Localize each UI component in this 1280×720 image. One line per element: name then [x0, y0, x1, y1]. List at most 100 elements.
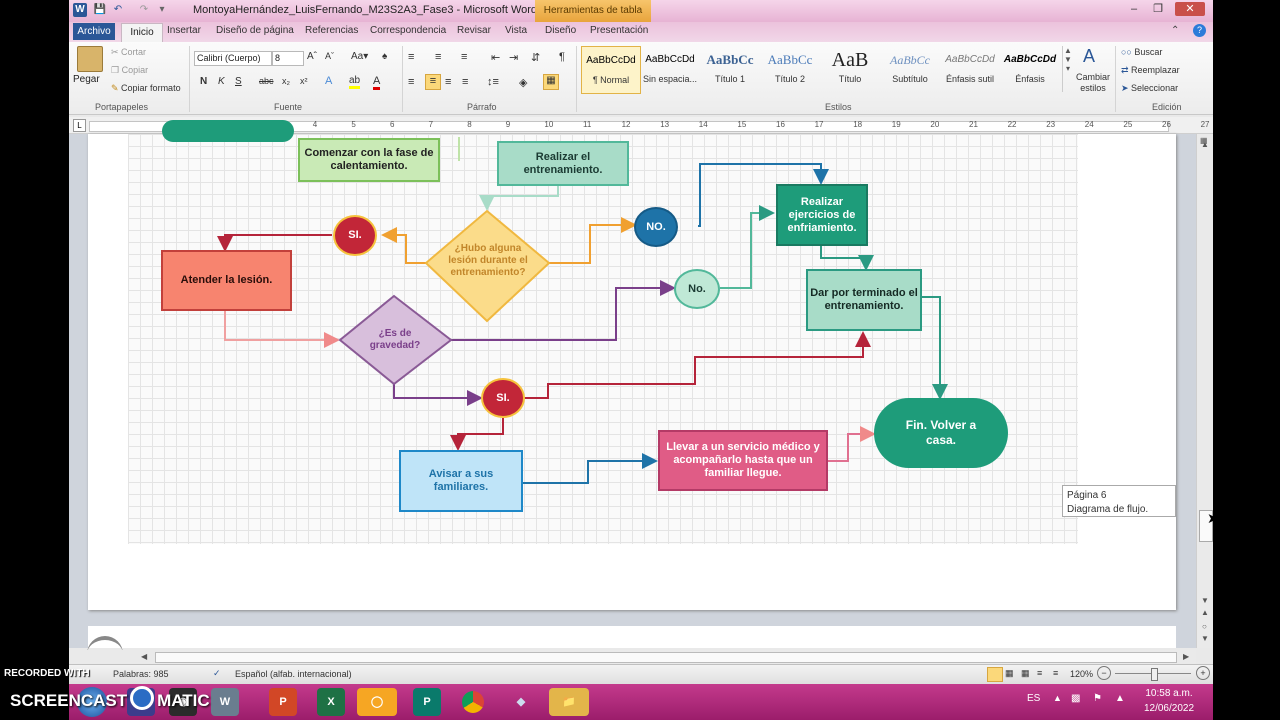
tab-diseno-pagina[interactable]: Diseño de página: [216, 25, 294, 36]
style-heading-2[interactable]: AaBbCc Título 2: [761, 46, 819, 92]
find-button[interactable]: ○○ Buscar: [1121, 47, 1162, 57]
clock-time[interactable]: 10:58 a.m.: [1143, 688, 1195, 699]
document-area[interactable]: Comenzar con la fase de calentamiento. R…: [69, 120, 1196, 648]
bold-button[interactable]: N: [200, 76, 207, 87]
reading-view-icon[interactable]: ▦: [1005, 668, 1014, 679]
shading-icon[interactable]: ◈: [519, 76, 527, 89]
zoom-out-icon[interactable]: −: [1097, 666, 1111, 680]
style-emphasis[interactable]: AaBbCcDd Énfasis: [1001, 46, 1059, 92]
outline-view-icon[interactable]: ≡: [1037, 668, 1042, 678]
taskbar-app-icon[interactable]: ◯: [357, 688, 397, 716]
document-page[interactable]: Comenzar con la fase de calentamiento. R…: [88, 120, 1176, 610]
subscript-button[interactable]: x₂: [282, 76, 290, 86]
taskbar-publisher-icon[interactable]: P: [413, 688, 441, 716]
text-effects-icon[interactable]: A: [325, 75, 332, 87]
format-painter-button[interactable]: ✎ Copiar formato: [111, 83, 181, 94]
scroll-up-icon[interactable]: ▲: [1201, 140, 1209, 149]
tab-referencias[interactable]: Referencias: [305, 25, 358, 36]
close-button[interactable]: ✕: [1175, 2, 1205, 16]
scroll-right-icon[interactable]: ▶: [1183, 652, 1189, 661]
replace-button[interactable]: ⇄ Reemplazar: [1121, 65, 1180, 76]
underline-button[interactable]: S: [235, 76, 242, 87]
web-layout-icon[interactable]: ▦: [1021, 668, 1030, 679]
line-spacing-icon[interactable]: ↕≡: [487, 76, 499, 88]
input-language[interactable]: ES: [1027, 693, 1040, 704]
copy-button[interactable]: ❐ Copiar: [111, 65, 148, 76]
zoom-in-icon[interactable]: +: [1196, 666, 1210, 680]
grow-font-icon[interactable]: Aˆ: [307, 51, 317, 62]
collapse-ribbon-icon[interactable]: ⌃: [1171, 25, 1179, 36]
style-normal[interactable]: AaBbCcDd ¶ Normal: [581, 46, 641, 94]
horizontal-scrollbar[interactable]: ◀ ▶: [69, 650, 1196, 664]
borders-icon[interactable]: ▦: [543, 74, 559, 90]
style-title[interactable]: AaB Título: [821, 46, 879, 92]
browse-object-icon[interactable]: ○: [1202, 622, 1207, 631]
paste-button[interactable]: Pegar: [73, 74, 100, 85]
sort-icon[interactable]: ⇵: [531, 51, 540, 64]
tab-vista[interactable]: Vista: [505, 25, 527, 36]
superscript-button[interactable]: x²: [300, 76, 308, 86]
change-case-icon[interactable]: Aa▾: [351, 51, 368, 62]
style-subtitle[interactable]: AaBbCc Subtítulo: [881, 46, 939, 92]
strikethrough-button[interactable]: abc: [259, 76, 274, 86]
bullets-icon[interactable]: ≡: [408, 51, 414, 63]
customize-toolbar-icon[interactable]: ▾: [155, 3, 169, 17]
justify-icon[interactable]: ≡: [462, 76, 468, 88]
save-icon[interactable]: 💾: [93, 3, 107, 17]
hscroll-thumb[interactable]: [155, 652, 1177, 663]
tab-correspondencia[interactable]: Correspondencia: [370, 25, 446, 36]
align-left-icon[interactable]: ≡: [408, 76, 414, 88]
scroll-left-icon[interactable]: ◀: [141, 652, 147, 661]
tab-diseno[interactable]: Diseño: [545, 25, 576, 36]
style-heading-1[interactable]: AaBbCc Título 1: [701, 46, 759, 92]
cut-button[interactable]: ✂ Cortar: [111, 47, 146, 58]
taskbar-excel-icon[interactable]: X: [317, 688, 345, 716]
tab-inicio[interactable]: Inicio: [121, 23, 163, 43]
tab-presentacion[interactable]: Presentación: [590, 25, 648, 36]
clear-format-icon[interactable]: ♠: [382, 51, 387, 62]
taskbar-word-icon[interactable]: W: [211, 688, 239, 716]
tab-selector[interactable]: L: [73, 119, 86, 132]
align-center-icon[interactable]: ≡: [425, 74, 441, 90]
numbering-icon[interactable]: ≡: [435, 51, 441, 63]
tab-archivo[interactable]: Archivo: [73, 23, 115, 40]
font-color-icon[interactable]: A: [373, 75, 381, 90]
language-status[interactable]: Español (alfab. internacional): [235, 669, 352, 679]
taskbar-chrome-icon[interactable]: [459, 688, 487, 716]
taskbar-eraser-icon[interactable]: ◆: [507, 688, 535, 716]
spelling-icon[interactable]: ✓: [213, 668, 221, 679]
maximize-button[interactable]: ❐: [1147, 2, 1169, 16]
vertical-scrollbar[interactable]: ▦ ▲ ▼ ▲ ○ ▼: [1196, 134, 1213, 648]
flowchart-diagram[interactable]: Comenzar con la fase de calentamiento. R…: [128, 120, 1078, 544]
scroll-down-icon[interactable]: ▼: [1201, 596, 1209, 605]
increase-indent-icon[interactable]: ⇥: [509, 51, 518, 64]
paste-icon[interactable]: [77, 46, 103, 72]
next-page-icon[interactable]: ▼: [1201, 634, 1209, 643]
select-button[interactable]: ➤ Seleccionar: [1121, 83, 1178, 94]
tab-revisar[interactable]: Revisar: [457, 25, 491, 36]
undo-icon[interactable]: ↶: [111, 3, 125, 17]
highlight-icon[interactable]: ab: [349, 75, 361, 89]
show-hidden-icons-icon[interactable]: ▲: [1053, 693, 1062, 703]
action-center-icon[interactable]: ⚑: [1093, 693, 1102, 704]
draft-view-icon[interactable]: ≡: [1053, 668, 1058, 678]
shrink-font-icon[interactable]: Aˇ: [325, 51, 334, 61]
help-icon[interactable]: ?: [1193, 24, 1206, 37]
taskbar-explorer-icon[interactable]: 📁: [549, 688, 589, 716]
change-styles-icon[interactable]: A: [1083, 46, 1095, 67]
decrease-indent-icon[interactable]: ⇤: [491, 51, 500, 64]
taskbar-powerpoint-icon[interactable]: P: [269, 688, 297, 716]
signal-icon[interactable]: ▲: [1115, 693, 1125, 704]
style-subtle-emphasis[interactable]: AaBbCcDd Énfasis sutil: [941, 46, 999, 92]
tab-insertar[interactable]: Insertar: [167, 25, 201, 36]
align-right-icon[interactable]: ≡: [445, 76, 451, 88]
italic-button[interactable]: K: [218, 76, 225, 87]
zoom-slider-thumb[interactable]: [1151, 668, 1158, 681]
clock-date[interactable]: 12/06/2022: [1141, 703, 1197, 714]
show-marks-icon[interactable]: ¶: [559, 51, 565, 63]
font-name-select[interactable]: Calibri (Cuerpo): [194, 51, 272, 66]
multilevel-list-icon[interactable]: ≡: [461, 51, 467, 63]
word-count[interactable]: Palabras: 985: [113, 669, 169, 679]
change-styles-button[interactable]: Cambiar estilos: [1075, 72, 1111, 94]
print-layout-icon[interactable]: [987, 667, 1003, 682]
